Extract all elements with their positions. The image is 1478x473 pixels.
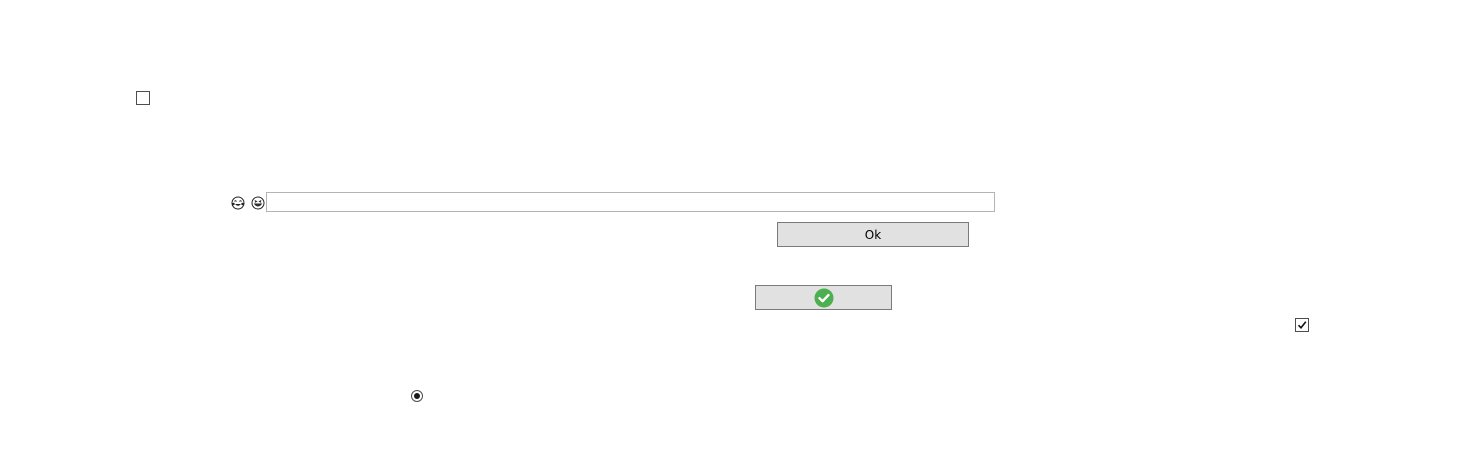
radio-button-selected[interactable]	[411, 390, 423, 402]
radio-dot-icon	[414, 393, 420, 399]
checkbox-unchecked[interactable]	[136, 91, 150, 105]
grinning-squinting-emoji-icon	[251, 195, 265, 210]
green-check-circle-icon	[814, 288, 834, 308]
tears-of-joy-emoji-icon	[231, 195, 245, 210]
ok-button-label: Ok	[864, 227, 882, 242]
text-input[interactable]	[266, 192, 995, 212]
checkbox-checked[interactable]	[1295, 318, 1309, 332]
confirm-check-button[interactable]	[755, 285, 892, 310]
ok-button[interactable]: Ok	[777, 222, 969, 247]
